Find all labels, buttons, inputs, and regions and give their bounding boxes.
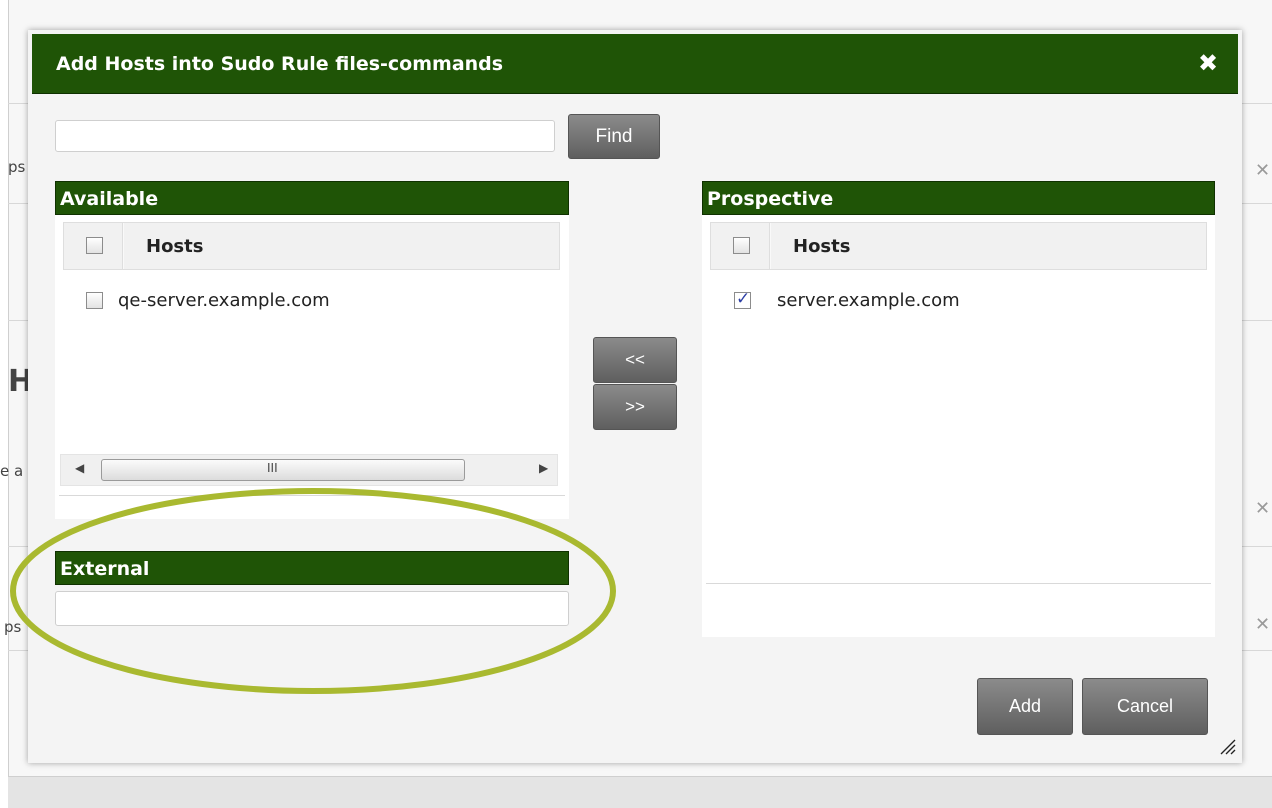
external-header: External xyxy=(55,551,569,585)
host-name: server.example.com xyxy=(777,290,960,311)
prospective-divider xyxy=(706,583,1211,584)
scroll-grip-icon: III xyxy=(267,461,278,475)
bg-footer xyxy=(8,776,1272,808)
external-input[interactable] xyxy=(55,591,569,626)
bg-partial-text: ps xyxy=(8,158,26,176)
bg-remove-icon[interactable]: ✕ xyxy=(1255,160,1270,181)
row-checkbox[interactable] xyxy=(86,292,103,309)
close-icon[interactable]: ✖ xyxy=(1196,51,1220,75)
available-table-header: Hosts xyxy=(63,222,560,270)
prospective-panel xyxy=(702,215,1215,637)
scrollbar-thumb[interactable]: III xyxy=(101,459,465,481)
scroll-right-arrow-icon[interactable]: ▶ xyxy=(539,461,548,475)
resize-grip-icon[interactable] xyxy=(1218,737,1236,755)
available-horizontal-scrollbar[interactable]: ◀ III ▶ xyxy=(60,454,558,486)
bg-partial-text: e a xyxy=(0,462,24,480)
find-button[interactable]: Find xyxy=(568,114,660,159)
prospective-select-all-checkbox[interactable] xyxy=(733,237,750,254)
prospective-header: Prospective xyxy=(702,181,1215,215)
available-select-all-checkbox[interactable] xyxy=(86,237,103,254)
bg-partial-text: ps xyxy=(4,618,22,636)
move-right-button[interactable]: >> xyxy=(593,384,677,430)
row-checkbox-checked[interactable] xyxy=(734,289,751,309)
scroll-left-arrow-icon[interactable]: ◀ xyxy=(75,461,84,475)
dialog-titlebar[interactable]: Add Hosts into Sudo Rule files-commands … xyxy=(32,34,1238,94)
search-input[interactable] xyxy=(55,120,555,152)
available-column-hosts: Hosts xyxy=(146,236,204,257)
move-left-button[interactable]: << xyxy=(593,337,677,383)
add-button[interactable]: Add xyxy=(977,678,1073,735)
host-name: qe-server.example.com xyxy=(118,290,330,311)
prospective-table-header: Hosts xyxy=(710,222,1207,270)
bg-remove-icon[interactable]: ✕ xyxy=(1255,614,1270,635)
cancel-button[interactable]: Cancel xyxy=(1082,678,1208,735)
available-divider xyxy=(59,495,565,496)
dialog-title: Add Hosts into Sudo Rule files-commands xyxy=(56,52,504,75)
available-header: Available xyxy=(55,181,569,215)
prospective-column-hosts: Hosts xyxy=(793,236,851,257)
bg-remove-icon[interactable]: ✕ xyxy=(1255,498,1270,519)
add-hosts-dialog: Add Hosts into Sudo Rule files-commands … xyxy=(28,30,1242,763)
